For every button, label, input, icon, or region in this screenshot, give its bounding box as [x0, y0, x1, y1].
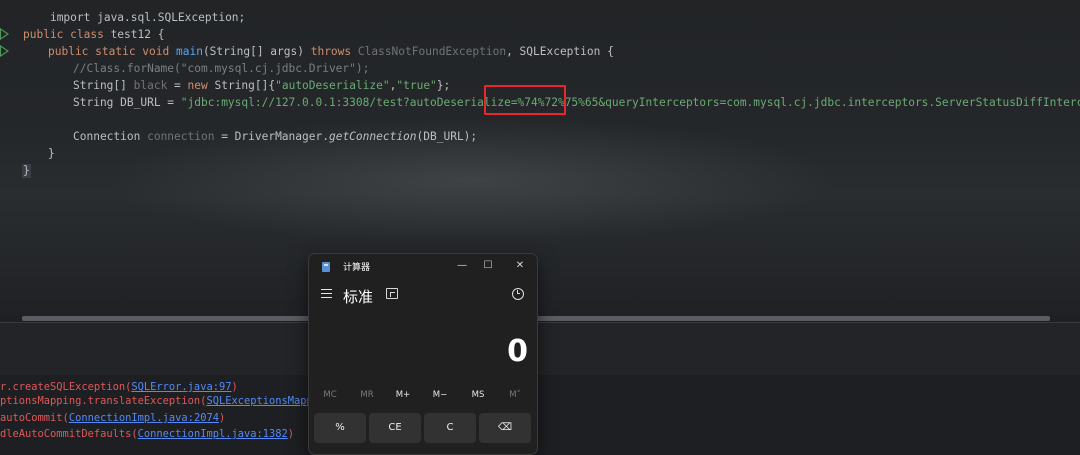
- driver-manager-ref: = DriverManager.: [214, 130, 329, 143]
- memory-buttons-row: MC MR M+ M− MS M˅: [309, 388, 537, 402]
- connection-type: Connection: [73, 130, 148, 143]
- stacktrace-text: autoCommit(: [0, 412, 69, 424]
- run-class-icon[interactable]: [0, 28, 9, 40]
- variable-black: black: [133, 79, 168, 92]
- code-line-connection: Connection connection = DriverManager.ge…: [73, 128, 477, 145]
- code-line-db-url: String DB_URL = "jdbc:mysql://127.0.0.1:…: [73, 94, 1080, 111]
- array-type: String[]: [73, 79, 134, 92]
- stacktrace-tail: ): [218, 412, 226, 424]
- code-line-class: public class test12 {: [23, 26, 164, 43]
- stacktrace-tail: ): [231, 381, 238, 393]
- console-toolbar-area: [0, 323, 1080, 375]
- get-connection-call: getConnection: [328, 130, 417, 143]
- console-panel: r.createSQLException(SQLError.java:97) p…: [0, 322, 1080, 445]
- code-line-import: import java.sql.SQLException;: [23, 0, 245, 24]
- db-url-string: "jdbc:mysql://127.0.0.1:3308/test?autoDe…: [180, 96, 1080, 109]
- string-literal: "autoDeserialize": [275, 79, 390, 92]
- variable-connection: connection: [147, 130, 215, 143]
- exception-class-name: ClassNotFoundException: [357, 45, 507, 58]
- statement-end: };: [436, 79, 451, 92]
- memory-subtract-button[interactable]: M−: [423, 388, 457, 402]
- memory-add-button[interactable]: M+: [386, 388, 420, 402]
- calculator-mode-row: 标准: [309, 284, 537, 308]
- memory-store-button[interactable]: MS: [461, 388, 495, 402]
- method-signature-rest: , SQLException {: [506, 45, 614, 58]
- stacktrace-line: dleAutoCommitDefaults(ConnectionImpl.jav…: [0, 427, 294, 441]
- class-name: test12 {: [110, 28, 165, 41]
- backspace-button[interactable]: ⌫: [479, 413, 531, 443]
- percent-button[interactable]: %: [314, 413, 366, 443]
- code-line-close-class: }: [23, 164, 30, 177]
- stacktrace-text: ptionsMapping.translateException(: [0, 395, 207, 407]
- db-url-declaration: String DB_URL =: [73, 96, 181, 109]
- string-literal: "true": [396, 79, 437, 92]
- keep-on-top-icon[interactable]: [386, 288, 398, 299]
- memory-recall-button[interactable]: MR: [350, 388, 384, 402]
- url-encoded-highlight-box: [484, 85, 566, 115]
- stacktrace-link[interactable]: SQLError.java:97: [131, 381, 231, 393]
- calculator-display: 0: [507, 334, 528, 369]
- method-name: main: [175, 45, 203, 58]
- stacktrace-line: autoCommit(ConnectionImpl.java:2074): [0, 411, 225, 425]
- import-statement: import java.sql.SQLException;: [49, 11, 246, 24]
- code-editor[interactable]: import java.sql.SQLException; public cla…: [0, 0, 1080, 316]
- clear-button[interactable]: C: [424, 413, 476, 443]
- stacktrace-text: dleAutoCommitDefaults(: [0, 428, 138, 440]
- calculator-app-icon: [322, 262, 330, 272]
- calculator-mode-title: 标准: [343, 288, 374, 306]
- stacktrace-tail: ): [287, 428, 295, 440]
- clear-entry-button[interactable]: CE: [369, 413, 421, 443]
- memory-list-button[interactable]: M˅: [498, 388, 532, 402]
- stacktrace-text: r.createSQLException(: [0, 381, 132, 393]
- close-icon[interactable]: ✕: [512, 259, 528, 273]
- code-line-close-method: }: [48, 147, 55, 160]
- stacktrace-link[interactable]: ConnectionImpl.java:2074: [69, 412, 219, 424]
- new-keyword: new: [187, 79, 215, 92]
- memory-clear-button[interactable]: MC: [313, 388, 347, 402]
- code-line-black-array: String[] black = new String[]{"autoDeser…: [73, 77, 450, 94]
- run-main-icon[interactable]: [0, 45, 9, 57]
- calculator-title: 计算器: [343, 263, 371, 273]
- minimize-icon[interactable]: —: [454, 259, 470, 273]
- history-icon[interactable]: [512, 288, 524, 300]
- array-constructor: String[]{: [214, 79, 276, 92]
- editor-gutter: [0, 0, 22, 316]
- class-keyword: public class: [23, 28, 111, 41]
- assign-op: =: [167, 79, 188, 92]
- throws-keyword: throws: [310, 45, 358, 58]
- calculator-title-bar[interactable]: 计算器 — ☐ ✕: [309, 254, 537, 280]
- maximize-icon[interactable]: ☐: [480, 259, 496, 273]
- call-args: (DB_URL);: [416, 130, 478, 143]
- hamburger-menu-icon[interactable]: [321, 289, 332, 298]
- method-modifiers: public static void: [48, 45, 176, 58]
- code-line-main: public static void main(String[] args) t…: [48, 43, 614, 60]
- calculator-keypad-row: % CE C ⌫: [312, 413, 534, 443]
- code-line-comment: //Class.forName("com.mysql.cj.jdbc.Drive…: [73, 62, 370, 75]
- method-params: (String[] args): [202, 45, 311, 58]
- stacktrace-link[interactable]: ConnectionImpl.java:1382: [138, 428, 288, 440]
- stacktrace-line: r.createSQLException(SQLError.java:97): [0, 380, 238, 394]
- calculator-window[interactable]: 计算器 — ☐ ✕ 标准 0 MC MR M+ M− MS M˅ % CE C …: [308, 253, 538, 455]
